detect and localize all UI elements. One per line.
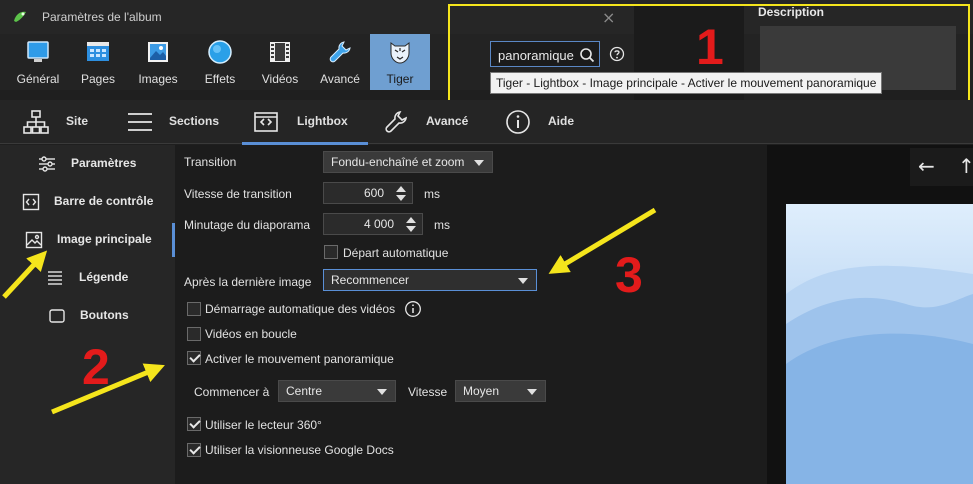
annotation-number-3: 3: [615, 247, 643, 303]
annotation-arrows: [2, 207, 657, 415]
annotation-number-2: 2: [82, 339, 110, 395]
annotation-arrow-nav: [2, 250, 48, 299]
